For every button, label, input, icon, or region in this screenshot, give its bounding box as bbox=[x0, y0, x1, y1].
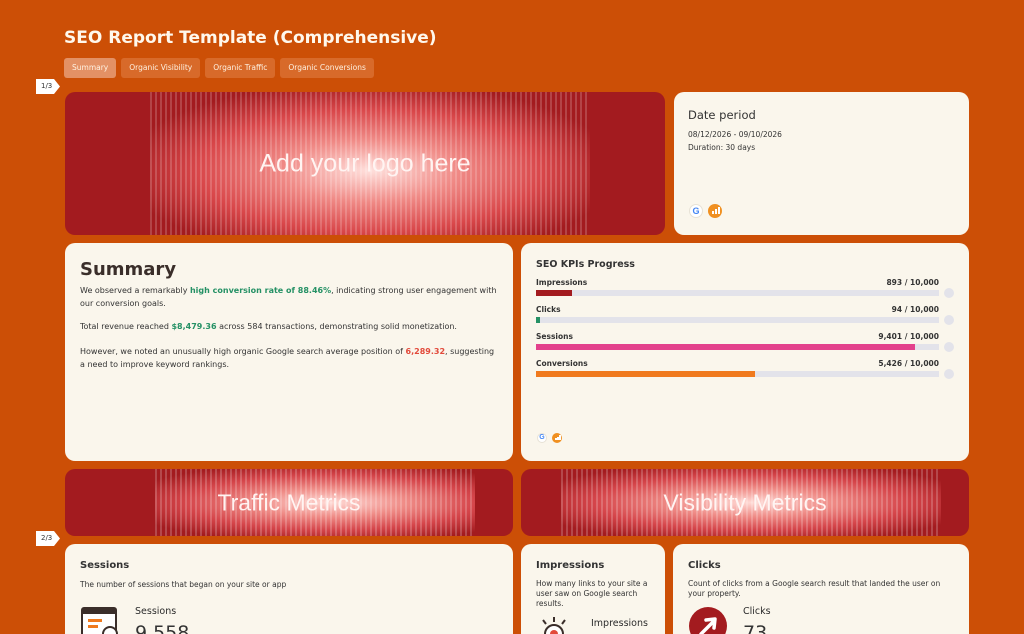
date-period-card: Date period 08/12/2026 - 09/10/2026 Dura… bbox=[674, 92, 969, 235]
tab-organic-visibility[interactable]: Organic Visibility bbox=[121, 58, 201, 78]
kpi-row: Sessions 9,401 / 10,000 bbox=[536, 332, 954, 352]
kpi-data-sources: G bbox=[537, 433, 562, 443]
tab-organic-traffic[interactable]: Organic Traffic bbox=[205, 58, 276, 78]
clicks-metric-value: 73 bbox=[743, 622, 768, 634]
date-range: 08/12/2026 - 09/10/2026 bbox=[688, 130, 782, 139]
summary-text: across 584 transactions, demonstrating s… bbox=[216, 322, 457, 331]
sessions-desc: The number of sessions that began on you… bbox=[80, 580, 287, 589]
kpi-progress-handle[interactable] bbox=[944, 342, 954, 352]
kpi-progress-track bbox=[536, 344, 939, 350]
clicks-title: Clicks bbox=[688, 560, 721, 571]
kpi-progress-fill bbox=[536, 344, 915, 350]
tab-summary[interactable]: Summary bbox=[64, 58, 117, 78]
impressions-card: Impressions How many links to your site … bbox=[521, 544, 665, 634]
summary-card: Summary We observed a remarkably high co… bbox=[65, 243, 513, 461]
kpi-value: 9,401 / 10,000 bbox=[878, 332, 939, 341]
kpi-row: Impressions 893 / 10,000 bbox=[536, 278, 954, 298]
eye-icon bbox=[542, 617, 566, 634]
google-icon: G bbox=[689, 204, 703, 218]
visibility-metrics-heading: Visibility Metrics bbox=[663, 489, 827, 515]
duration-value: 30 days bbox=[725, 143, 756, 152]
kpi-row: Conversions 5,426 / 10,000 bbox=[536, 359, 954, 379]
conversion-rate-highlight: high conversion rate of 88.46% bbox=[189, 286, 332, 295]
impressions-desc: How many links to your site a user saw o… bbox=[536, 579, 648, 608]
kpi-progress-handle[interactable] bbox=[944, 288, 954, 298]
avg-position-highlight: 6,289.32 bbox=[405, 347, 446, 356]
kpi-progress-fill bbox=[536, 371, 755, 377]
kpi-value: 893 / 10,000 bbox=[886, 278, 939, 287]
google-analytics-icon bbox=[708, 204, 722, 218]
kpi-title: SEO KPIs Progress bbox=[536, 259, 635, 270]
logo-placeholder-text: Add your logo here bbox=[259, 149, 471, 177]
report-title: SEO Report Template (Comprehensive) bbox=[64, 28, 437, 48]
kpi-progress-fill bbox=[536, 317, 540, 323]
clicks-desc: Count of clicks from a Google search res… bbox=[688, 579, 941, 598]
visibility-metrics-banner: Visibility Metrics bbox=[521, 469, 969, 536]
kpi-value: 94 / 10,000 bbox=[891, 305, 939, 314]
impressions-metric-label: Impressions bbox=[591, 618, 648, 629]
page-marker-1: 1/3 bbox=[36, 79, 60, 94]
sessions-title: Sessions bbox=[80, 560, 130, 571]
clicks-card: Clicks Count of clicks from a Google sea… bbox=[673, 544, 969, 634]
kpi-progress-track bbox=[536, 290, 939, 296]
google-icon: G bbox=[537, 433, 547, 443]
kpi-progress-card: SEO KPIs Progress Impressions 893 / 10,00… bbox=[521, 243, 969, 461]
kpi-progress-track bbox=[536, 317, 939, 323]
logo-banner[interactable]: Add your logo here bbox=[65, 92, 665, 235]
browser-chart-icon bbox=[81, 607, 118, 634]
summary-paragraph-1: We observed a remarkably high conversion… bbox=[80, 285, 500, 310]
date-period-title: Date period bbox=[688, 108, 756, 122]
revenue-highlight: $8,479.36 bbox=[171, 322, 217, 331]
impressions-title: Impressions bbox=[536, 560, 605, 571]
traffic-metrics-banner: Traffic Metrics bbox=[65, 469, 513, 536]
data-sources: G bbox=[689, 204, 722, 218]
cursor-arrow-icon bbox=[689, 607, 727, 634]
duration: Duration: 30 days bbox=[688, 143, 755, 152]
summary-text: Total revenue reached bbox=[80, 322, 172, 331]
sessions-card: Sessions The number of sessions that beg… bbox=[65, 544, 513, 634]
traffic-metrics-heading: Traffic Metrics bbox=[217, 489, 361, 515]
sessions-metric-label: Sessions bbox=[135, 606, 177, 617]
duration-label: Duration: bbox=[688, 143, 724, 152]
kpi-row: Clicks 94 / 10,000 bbox=[536, 305, 954, 325]
summary-text: We observed a remarkably bbox=[80, 286, 190, 295]
kpi-value: 5,426 / 10,000 bbox=[878, 359, 939, 368]
kpi-progress-track bbox=[536, 371, 939, 377]
sessions-metric-value: 9,558 bbox=[135, 622, 190, 634]
tab-organic-conversions[interactable]: Organic Conversions bbox=[280, 58, 374, 78]
tab-bar: Summary Organic Visibility Organic Traff… bbox=[64, 58, 374, 78]
kpi-progress-handle[interactable] bbox=[944, 369, 954, 379]
kpi-progress-fill bbox=[536, 290, 572, 296]
page-marker-2: 2/3 bbox=[36, 531, 60, 546]
summary-text: However, we noted an unusually high orga… bbox=[80, 347, 406, 356]
google-analytics-icon bbox=[552, 433, 562, 443]
kpi-progress-handle[interactable] bbox=[944, 315, 954, 325]
clicks-metric-label: Clicks bbox=[743, 606, 771, 617]
summary-title: Summary bbox=[80, 259, 177, 280]
summary-paragraph-2: Total revenue reached $8,479.36 across 5… bbox=[80, 321, 500, 334]
summary-paragraph-3: However, we noted an unusually high orga… bbox=[80, 346, 500, 371]
